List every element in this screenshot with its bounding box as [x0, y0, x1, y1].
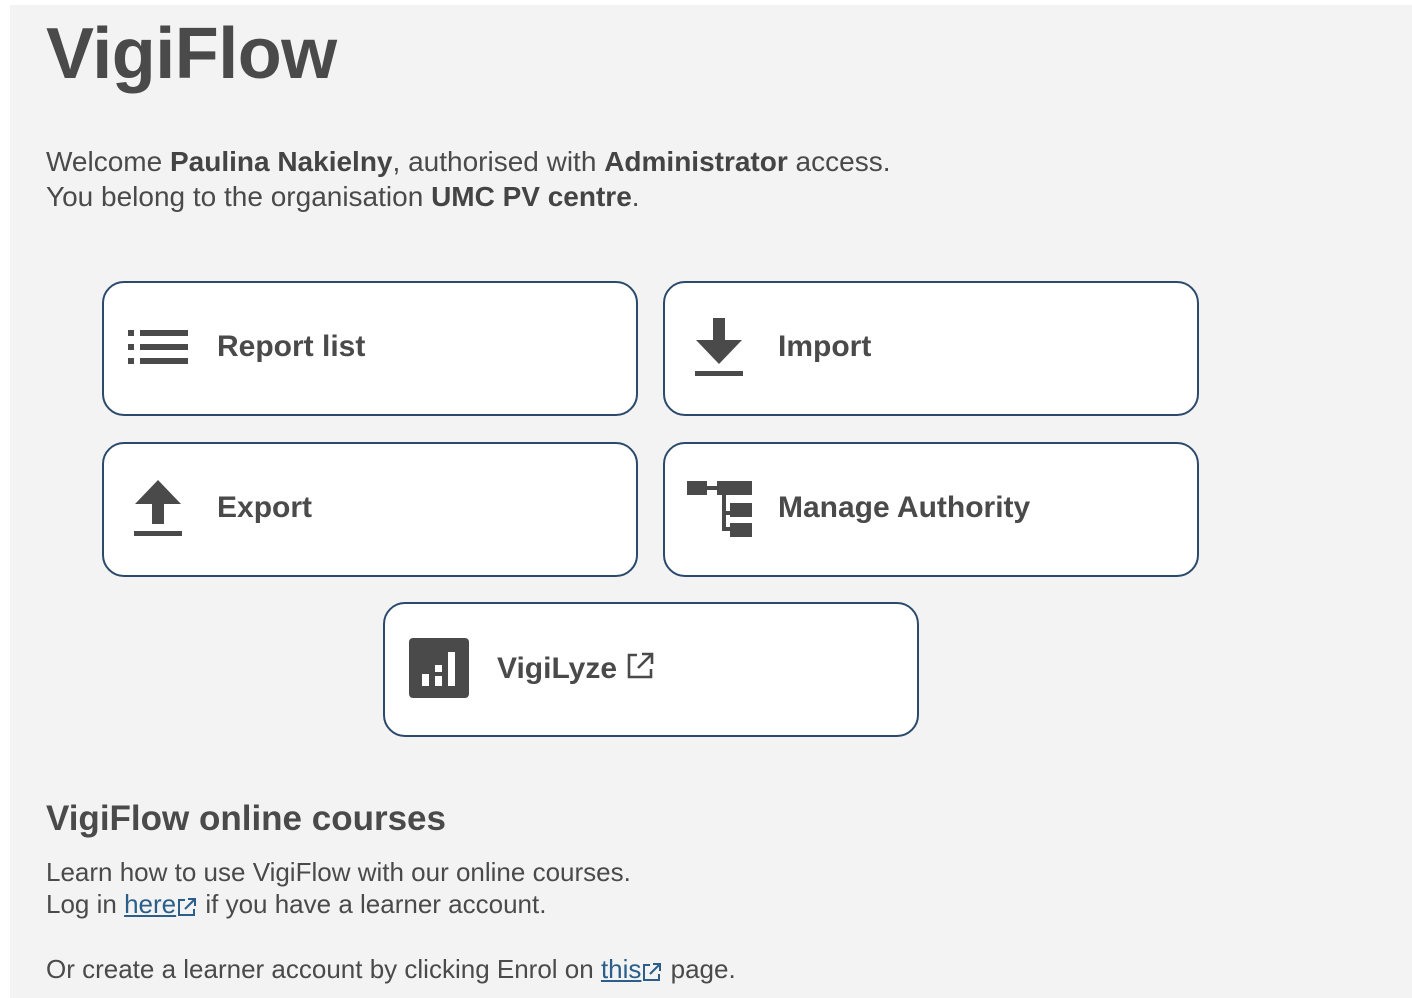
export-button[interactable]: Export [102, 442, 638, 577]
enrol-suffix: page. [663, 954, 736, 984]
report-list-label: Report list [217, 330, 366, 363]
welcome-suffix: access. [787, 146, 891, 177]
login-here-link[interactable]: here [124, 889, 176, 919]
download-icon [687, 315, 751, 379]
login-prefix: Log in [46, 889, 125, 919]
import-button[interactable]: Import [663, 281, 1199, 416]
welcome-prefix: Welcome [46, 146, 170, 177]
upload-icon [126, 476, 190, 540]
external-link-icon [641, 955, 663, 987]
welcome-line: Welcome Paulina Nakielny, authorised wit… [46, 144, 890, 179]
vigilyze-button[interactable]: VigiLyze [383, 602, 919, 737]
login-suffix: if you have a learner account. [198, 889, 547, 919]
page: VigiFlow Welcome Paulina Nakielny, autho… [10, 5, 1412, 998]
hierarchy-icon [685, 478, 755, 542]
manage-authority-label: Manage Authority [778, 491, 1031, 524]
organisation-suffix: . [631, 181, 640, 212]
courses-login-line: Log in here if you have a learner accoun… [46, 888, 546, 922]
courses-intro: Learn how to use VigiFlow with our onlin… [46, 857, 631, 887]
welcome-middle: , authorised with [392, 146, 605, 177]
organisation-line: You belong to the organisation UMC PV ce… [46, 179, 890, 214]
export-label: Export [217, 491, 313, 524]
external-link-icon [176, 890, 198, 922]
organisation-prefix: You belong to the organisation [46, 181, 432, 212]
user-name: Paulina Nakielny [169, 146, 393, 177]
list-icon [126, 315, 190, 379]
import-label: Import [778, 330, 872, 363]
external-link-icon [625, 651, 655, 689]
app-title: VigiFlow [46, 14, 337, 94]
courses-title: VigiFlow online courses [46, 799, 446, 838]
report-list-button[interactable]: Report list [102, 281, 638, 416]
enrol-this-link[interactable]: this [601, 954, 641, 984]
welcome-message: Welcome Paulina Nakielny, authorised wit… [46, 144, 890, 214]
vigilyze-label-group: VigiLyze [497, 651, 655, 689]
manage-authority-button[interactable]: Manage Authority [663, 442, 1199, 577]
vigilyze-label: VigiLyze [497, 651, 618, 685]
bar-chart-icon [407, 636, 471, 700]
courses-enrol-line: Or create a learner account by clicking … [46, 953, 736, 987]
organisation-name: UMC PV centre [431, 181, 632, 212]
enrol-prefix: Or create a learner account by clicking … [46, 954, 601, 984]
user-role: Administrator [604, 146, 788, 177]
